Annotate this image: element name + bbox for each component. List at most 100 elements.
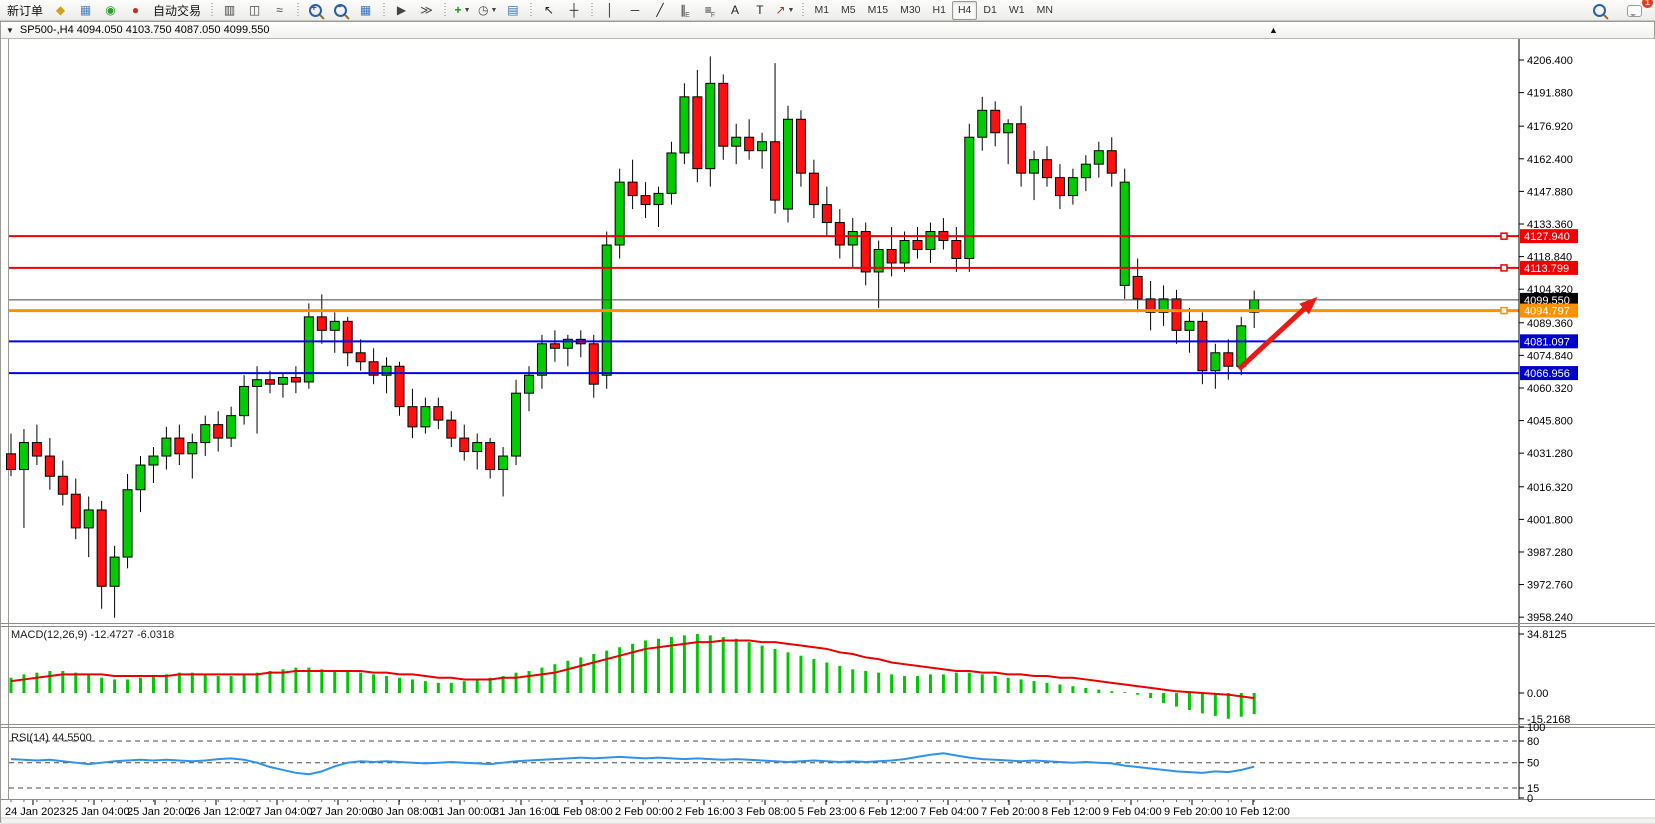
arrows-icon[interactable]: ↗▼ xyxy=(772,0,797,20)
horizontal-line-icon-glyph: ─ xyxy=(631,4,640,16)
timeframe-d1-button[interactable]: D1 xyxy=(977,1,1002,20)
svg-text:4176.920: 4176.920 xyxy=(1527,121,1573,133)
fibonacci-icon-letter: F xyxy=(711,12,715,19)
svg-text:27 Jan 04:00: 27 Jan 04:00 xyxy=(249,806,313,818)
svg-text:4016.320: 4016.320 xyxy=(1527,482,1573,494)
bar-chart-icon-glyph: ▥ xyxy=(224,4,235,16)
signals-icon-glyph: ◉ xyxy=(105,4,115,16)
svg-text:9 Feb 04:00: 9 Feb 04:00 xyxy=(1103,806,1162,818)
tile-windows-icon[interactable]: ▦ xyxy=(353,0,378,20)
equidistant-channel-icon[interactable]: ∥E xyxy=(672,0,697,20)
timeframe-h1-button[interactable]: H1 xyxy=(927,1,952,20)
price-tag-4094.797: 4094.797 xyxy=(1520,304,1578,318)
svg-text:5 Feb 23:00: 5 Feb 23:00 xyxy=(798,806,857,818)
new-order-coin-icon-glyph: ◆ xyxy=(56,4,65,16)
svg-text:6 Feb 12:00: 6 Feb 12:00 xyxy=(859,806,918,818)
macd-label: MACD(12,26,9) -12.4727 -6.0318 xyxy=(11,629,174,641)
collapse-chart-icon[interactable]: ▼ xyxy=(6,26,14,35)
period-icon-dropdown-caret[interactable]: ▼ xyxy=(491,7,498,14)
new-order-button[interactable]: 新订单 xyxy=(2,0,48,20)
svg-text:4089.360: 4089.360 xyxy=(1527,318,1573,330)
rsi-label: RSI(14) 44.5500 xyxy=(11,732,92,744)
autotrade-icon[interactable]: ● xyxy=(123,0,148,20)
crosshair-icon[interactable]: ┼ xyxy=(561,0,586,20)
notification-badge: 1 xyxy=(1642,0,1653,8)
autotrade-button[interactable]: 自动交易 xyxy=(148,0,206,20)
timeframe-m1-button[interactable]: M1 xyxy=(808,1,835,20)
period-icon[interactable]: ◷▼ xyxy=(475,0,500,20)
chart-title: SP500-,H4 4094.050 4103.750 4087.050 409… xyxy=(20,24,270,36)
svg-text:7 Feb 20:00: 7 Feb 20:00 xyxy=(981,806,1040,818)
svg-text:26 Jan 12:00: 26 Jan 12:00 xyxy=(188,806,252,818)
zoom-in-icon[interactable] xyxy=(303,0,328,20)
vertical-line-icon[interactable]: │ xyxy=(597,0,622,20)
timeframe-m5-button[interactable]: M5 xyxy=(835,1,862,20)
new-order-coin-icon[interactable]: ◆ xyxy=(48,0,73,20)
svg-text:4074.840: 4074.840 xyxy=(1527,350,1573,362)
new-chart-icon-dropdown-caret[interactable]: ▼ xyxy=(464,7,471,14)
chart-canvas[interactable]: 4206.4004191.8804176.9204162.4004147.880… xyxy=(1,39,1655,824)
indicators-icon[interactable]: ▤ xyxy=(500,0,525,20)
svg-text:4066.956: 4066.956 xyxy=(1524,368,1570,380)
search-icon[interactable] xyxy=(1587,1,1612,21)
svg-text:3958.240: 3958.240 xyxy=(1527,612,1573,624)
cursor-icon[interactable]: ↖ xyxy=(536,0,561,20)
bar-chart-icon[interactable]: ▥ xyxy=(217,0,242,20)
chart-window: ▼ SP500-,H4 4094.050 4103.750 4087.050 4… xyxy=(0,21,1655,823)
line-chart-icon[interactable]: ≈ xyxy=(267,0,292,20)
cursor-icon-glyph: ↖ xyxy=(544,4,554,16)
status-strip xyxy=(1,818,1655,824)
arrows-icon-dropdown-caret[interactable]: ▼ xyxy=(788,7,795,14)
svg-text:8 Feb 12:00: 8 Feb 12:00 xyxy=(1042,806,1101,818)
toolbar-grip xyxy=(209,3,214,18)
timeframe-h4-button[interactable]: H4 xyxy=(952,1,977,20)
chart-shift-icon-glyph: ≫ xyxy=(420,4,433,16)
text-icon[interactable]: A xyxy=(722,0,747,20)
svg-text:2 Feb 16:00: 2 Feb 16:00 xyxy=(676,806,735,818)
fibonacci-icon[interactable]: ≡F xyxy=(697,0,722,20)
svg-text:4127.940: 4127.940 xyxy=(1524,231,1570,243)
svg-text:30 Jan 08:00: 30 Jan 08:00 xyxy=(371,806,435,818)
svg-text:27 Jan 20:00: 27 Jan 20:00 xyxy=(310,806,374,818)
svg-text:31 Jan 16:00: 31 Jan 16:00 xyxy=(493,806,557,818)
candlestick-chart-icon[interactable]: ◫ xyxy=(242,0,267,20)
svg-text:4147.880: 4147.880 xyxy=(1527,186,1573,198)
price-tag-4066.956: 4066.956 xyxy=(1520,366,1578,380)
horizontal-line-icon[interactable]: ─ xyxy=(622,0,647,20)
auto-scroll-icon[interactable]: ▶ xyxy=(389,0,414,20)
metaeditor-icon[interactable]: ▦ xyxy=(73,0,98,20)
zoom-out-glyph xyxy=(334,4,347,17)
new-chart-icon[interactable]: +▼ xyxy=(450,0,475,20)
svg-text:4206.400: 4206.400 xyxy=(1527,55,1573,67)
toolbar-expand-icon[interactable]: ▲ xyxy=(1269,25,1278,35)
signals-icon[interactable]: ◉ xyxy=(98,0,123,20)
chat-icon[interactable]: 1 xyxy=(1622,1,1647,21)
timeframe-mn-button[interactable]: MN xyxy=(1031,1,1059,20)
timeframe-m30-button[interactable]: M30 xyxy=(894,1,926,20)
svg-text:34.8125: 34.8125 xyxy=(1527,629,1567,641)
svg-text:2 Feb 00:00: 2 Feb 00:00 xyxy=(615,806,674,818)
auto-scroll-icon-glyph: ▶ xyxy=(397,4,406,16)
chat-bubble-glyph xyxy=(1627,5,1642,17)
price-tag-4127.940: 4127.940 xyxy=(1520,229,1578,243)
timeframe-w1-button[interactable]: W1 xyxy=(1003,1,1031,20)
toolbar-grip xyxy=(800,3,805,18)
text-label-icon[interactable]: T xyxy=(747,0,772,20)
svg-text:25 Jan 20:00: 25 Jan 20:00 xyxy=(127,806,191,818)
zoom-out-icon[interactable] xyxy=(328,0,353,20)
toolbar-grip xyxy=(295,3,300,18)
svg-text:3 Feb 08:00: 3 Feb 08:00 xyxy=(737,806,796,818)
svg-text:4031.280: 4031.280 xyxy=(1527,448,1573,460)
svg-text:25 Jan 04:00: 25 Jan 04:00 xyxy=(66,806,130,818)
svg-text:100: 100 xyxy=(1527,722,1545,734)
svg-text:24 Jan 2023: 24 Jan 2023 xyxy=(5,806,66,818)
text-icon-glyph: A xyxy=(731,4,739,16)
svg-text:0: 0 xyxy=(1527,793,1533,805)
timeframe-m15-button[interactable]: M15 xyxy=(862,1,894,20)
autotrade-icon-glyph: ● xyxy=(132,4,139,16)
main-toolbar: 新订单◆▦◉●自动交易▥◫≈▦▶≫+▼◷▼▤↖┼│─╱∥E≡FAT↗▼M1M5M… xyxy=(0,0,1655,21)
svg-text:4081.097: 4081.097 xyxy=(1524,336,1570,348)
toolbar-grip xyxy=(528,3,533,18)
trendline-icon[interactable]: ╱ xyxy=(647,0,672,20)
chart-shift-icon[interactable]: ≫ xyxy=(414,0,439,20)
